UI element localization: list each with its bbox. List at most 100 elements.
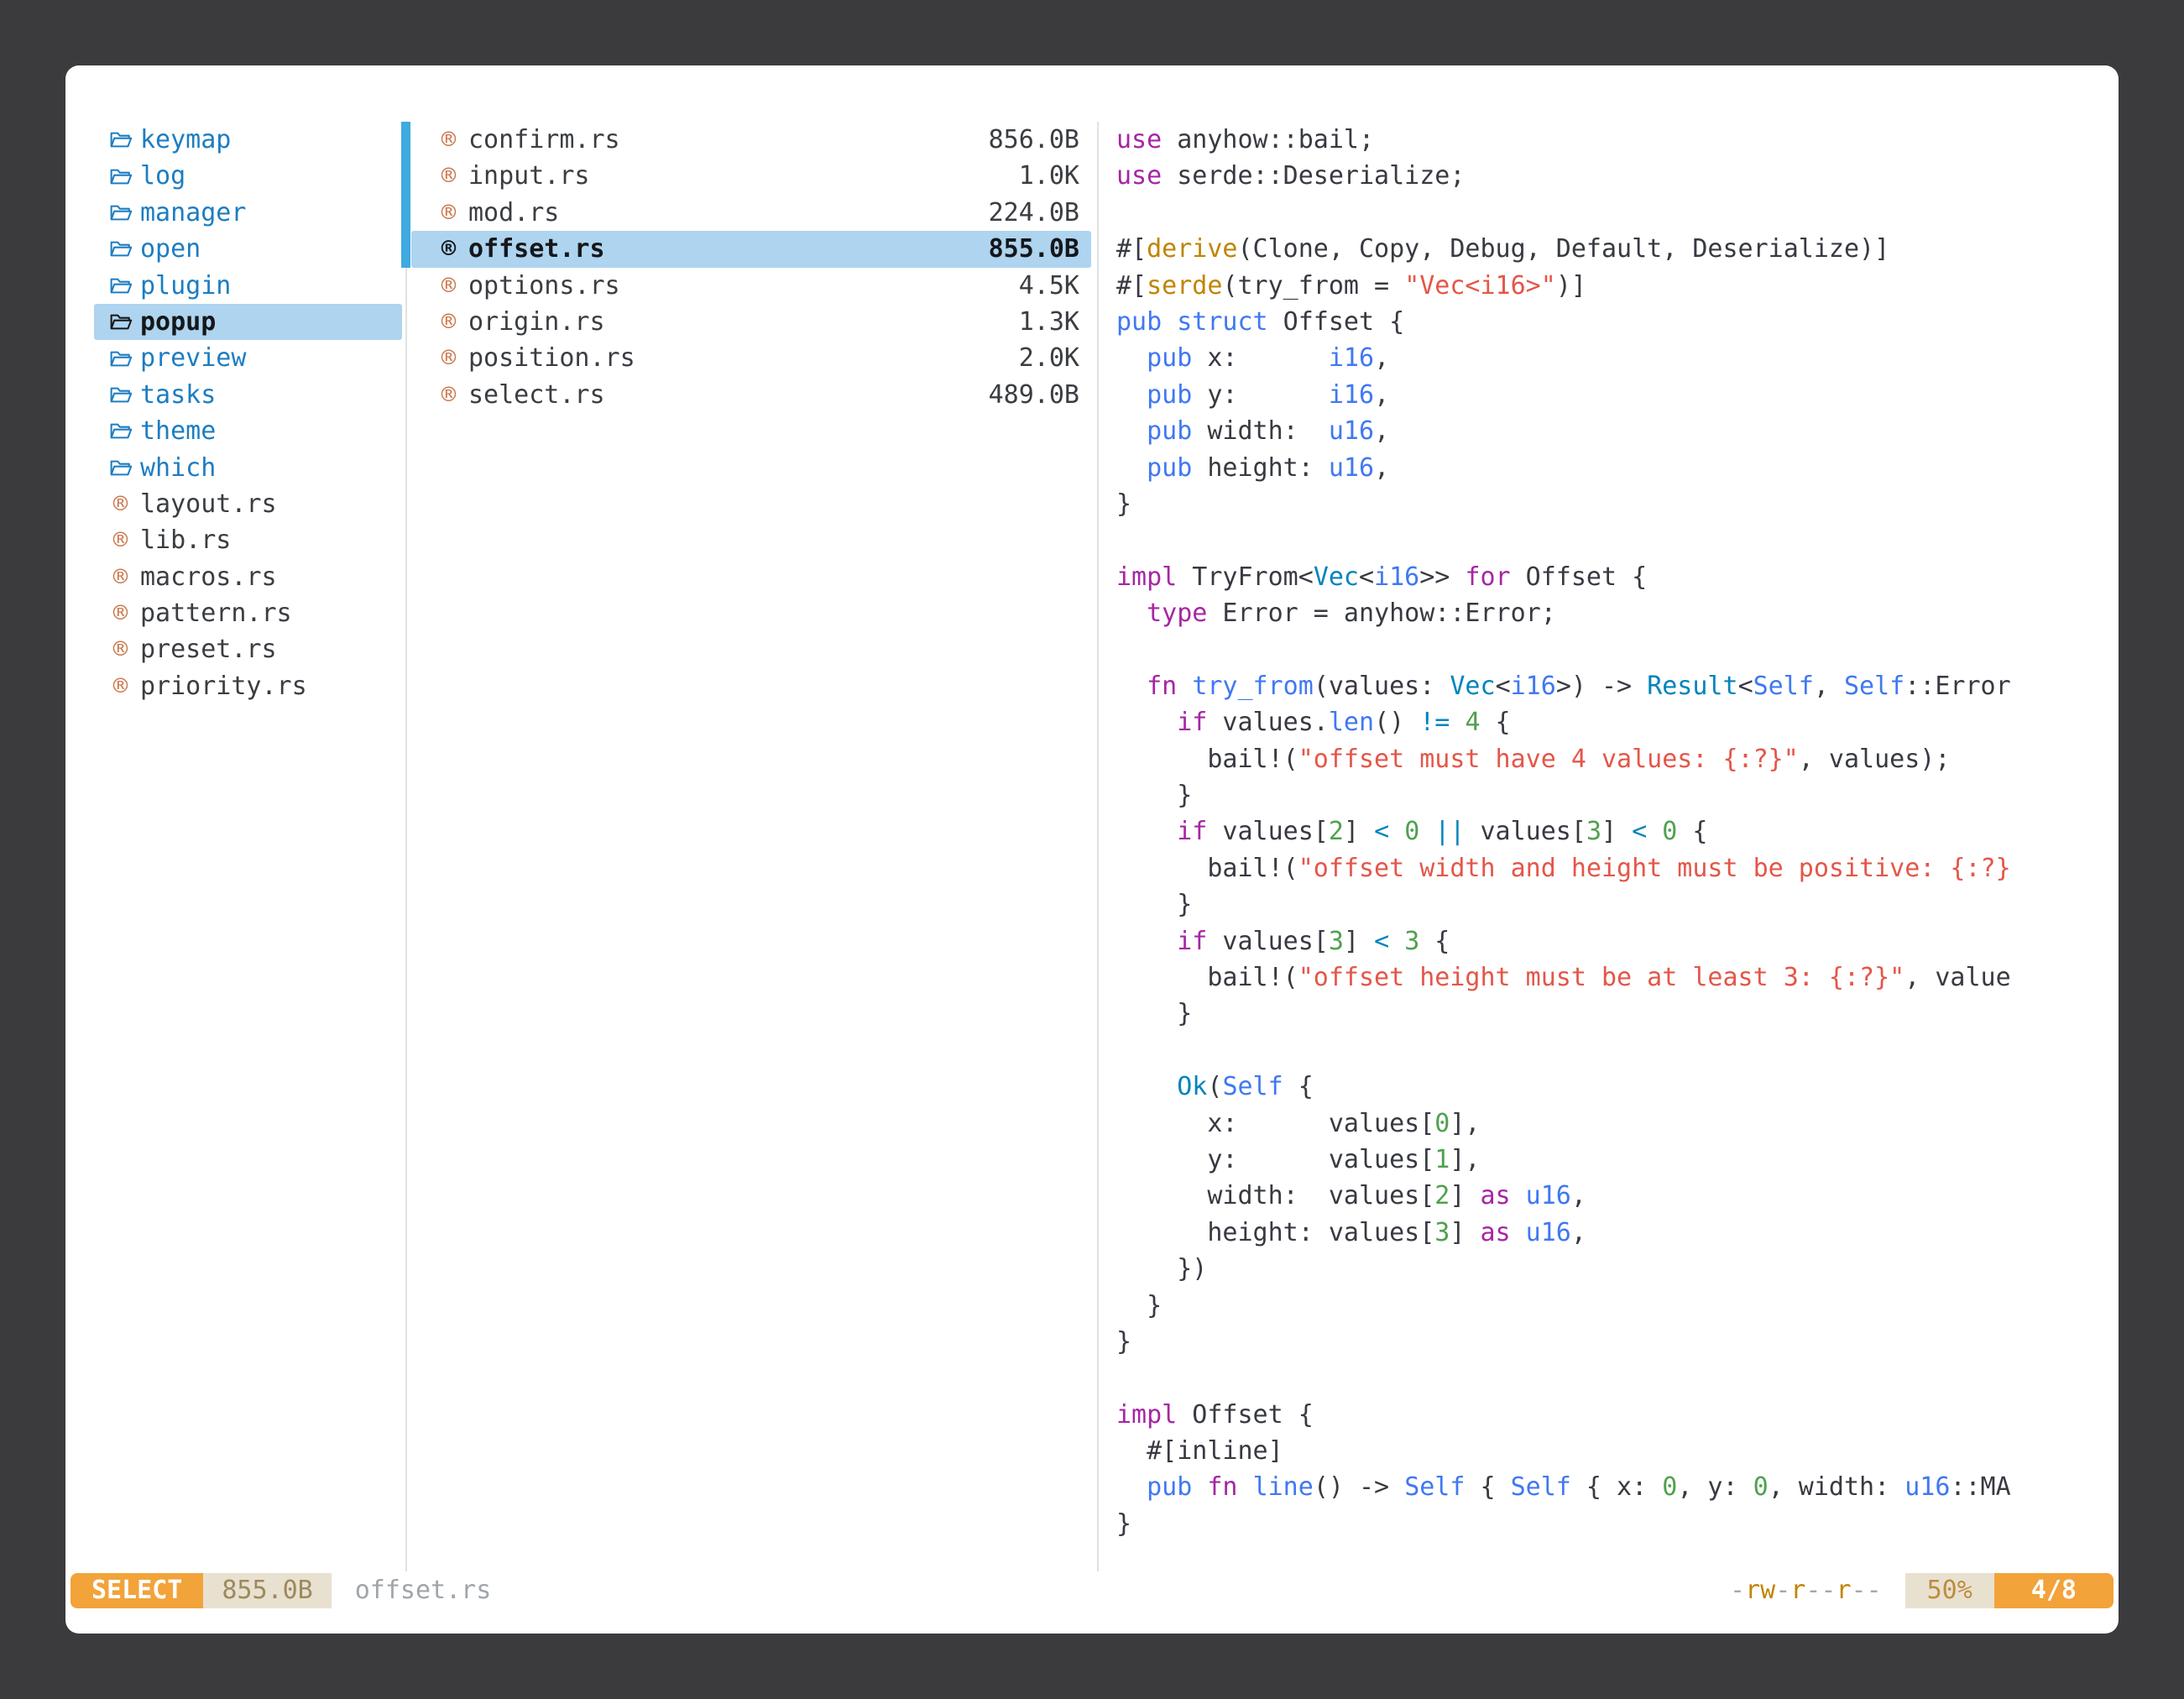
code-line: bail!("offset width and height must be p… (1116, 850, 2110, 886)
rust-file-icon: ® (108, 631, 133, 667)
code-line: pub width: u16, (1116, 413, 2110, 449)
file-manager-window: keymaplogmanageropenpluginpopuppreviewta… (65, 65, 2119, 1634)
folder-open-icon (108, 419, 133, 443)
code-line: } (1116, 996, 2110, 1032)
file-permissions: -rw-r--r-- (1730, 1573, 1882, 1608)
file-name: select.rs (468, 377, 605, 413)
rust-file-icon: ® (108, 522, 133, 558)
cursor-position-badge: 4/8 (1994, 1573, 2113, 1608)
code-line: #[derive(Clone, Copy, Debug, Default, De… (1116, 231, 2110, 267)
parent-item-popup[interactable]: popup (94, 304, 402, 340)
code-line: type Error = anyhow::Error; (1116, 595, 2110, 631)
code-line: x: values[0], (1116, 1106, 2110, 1142)
file-item-mod.rs[interactable]: ®mod.rs224.0B (411, 195, 1091, 231)
folder-open-icon (108, 274, 133, 298)
status-bar-right: -rw-r--r-- 50% 4/8 (1730, 1573, 2113, 1608)
parent-item-plugin[interactable]: plugin (94, 268, 402, 304)
pane-separator-left (405, 122, 407, 1571)
mode-badge: SELECT (71, 1573, 203, 1608)
code-line: #[inline] (1116, 1433, 2110, 1469)
parent-item-tasks[interactable]: tasks (94, 377, 402, 413)
code-line: pub y: i16, (1116, 377, 2110, 413)
file-item-options.rs[interactable]: ®options.rs4.5K (411, 268, 1091, 304)
code-line: if values[3] < 3 { (1116, 923, 2110, 959)
file-item-position.rs[interactable]: ®position.rs 2.0K (411, 340, 1091, 376)
item-label: which (140, 450, 216, 486)
file-item-input.rs[interactable]: ®input.rs 1.0K (411, 158, 1091, 194)
file-size: 855.0B (989, 231, 1079, 267)
code-line: if values.len() != 4 { (1116, 704, 2110, 740)
parent-item-preview[interactable]: preview (94, 340, 402, 376)
parent-item-lib.rs[interactable]: ®lib.rs (94, 522, 402, 558)
folder-open-icon (108, 237, 133, 261)
parent-item-pattern.rs[interactable]: ®pattern.rs (94, 595, 402, 631)
code-line: use anyhow::bail; (1116, 122, 2110, 158)
file-size: 856.0B (989, 122, 1079, 158)
file-size: 224.0B (989, 195, 1079, 231)
item-label: macros.rs (140, 559, 277, 595)
rust-file-icon: ® (108, 595, 133, 631)
code-line (1116, 631, 2110, 667)
rust-file-icon: ® (436, 158, 461, 194)
rust-file-icon: ® (436, 340, 461, 376)
item-label: open (140, 231, 201, 267)
parent-item-theme[interactable]: theme (94, 413, 402, 449)
code-line (1116, 1032, 2110, 1069)
parent-item-macros.rs[interactable]: ®macros.rs (94, 559, 402, 595)
file-size-chip: 855.0B (203, 1573, 331, 1608)
file-name: mod.rs (468, 195, 559, 231)
item-label: popup (140, 304, 216, 340)
item-label: pattern.rs (140, 595, 292, 631)
code-line: pub x: i16, (1116, 340, 2110, 376)
folder-open-icon (108, 128, 133, 152)
parent-item-which[interactable]: which (94, 450, 402, 486)
file-size: 489.0B (989, 377, 1079, 413)
file-item-offset.rs[interactable]: ®offset.rs 855.0B (411, 231, 1091, 267)
selection-marker (401, 122, 410, 158)
file-name: input.rs (468, 158, 590, 194)
code-line: } (1116, 1324, 2110, 1360)
code-line: impl Offset { (1116, 1397, 2110, 1433)
rust-file-icon: ® (436, 231, 461, 267)
code-line: } (1116, 486, 2110, 522)
status-filename: offset.rs (355, 1573, 492, 1608)
code-line: }) (1116, 1251, 2110, 1287)
code-line (1116, 522, 2110, 558)
pane-separator-right (1097, 122, 1099, 1571)
file-name: offset.rs (468, 231, 605, 267)
code-line: bail!("offset must have 4 values: {:?}",… (1116, 741, 2110, 777)
rust-file-icon: ® (436, 122, 461, 158)
code-line: } (1116, 777, 2110, 813)
item-label: priority.rs (140, 668, 307, 704)
selection-marker (401, 231, 410, 267)
file-item-confirm.rs[interactable]: ®confirm.rs856.0B (411, 122, 1091, 158)
code-line: #[serde(try_from = "Vec<i16>")] (1116, 268, 2110, 304)
parent-item-log[interactable]: log (94, 158, 402, 194)
file-name: position.rs (468, 340, 635, 376)
code-line: } (1116, 886, 2110, 923)
parent-item-keymap[interactable]: keymap (94, 122, 402, 158)
parent-item-priority.rs[interactable]: ®priority.rs (94, 668, 402, 704)
file-size: 2.0K (1019, 340, 1079, 376)
item-label: tasks (140, 377, 216, 413)
folder-open-icon (108, 456, 133, 480)
parent-item-manager[interactable]: manager (94, 195, 402, 231)
file-name: origin.rs (468, 304, 605, 340)
rust-file-icon: ® (108, 668, 133, 704)
folder-open-icon (108, 383, 133, 407)
code-line: fn try_from(values: Vec<i16>) -> Result<… (1116, 668, 2110, 704)
item-label: preview (140, 340, 246, 376)
code-line: use serde::Deserialize; (1116, 158, 2110, 194)
file-item-select.rs[interactable]: ®select.rs489.0B (411, 377, 1091, 413)
parent-item-layout.rs[interactable]: ®layout.rs (94, 486, 402, 522)
preview-pane: use anyhow::bail;use serde::Deserialize;… (1116, 122, 2110, 1542)
current-pane: ®confirm.rs856.0B®input.rs1.0K®mod.rs224… (411, 122, 1091, 413)
folder-open-icon (108, 165, 133, 189)
file-item-origin.rs[interactable]: ®origin.rs1.3K (411, 304, 1091, 340)
parent-item-open[interactable]: open (94, 231, 402, 267)
file-size: 1.0K (1019, 158, 1079, 194)
item-label: layout.rs (140, 486, 277, 522)
parent-item-preset.rs[interactable]: ®preset.rs (94, 631, 402, 667)
item-label: theme (140, 413, 216, 449)
code-line: impl TryFrom<Vec<i16>> for Offset { (1116, 559, 2110, 595)
